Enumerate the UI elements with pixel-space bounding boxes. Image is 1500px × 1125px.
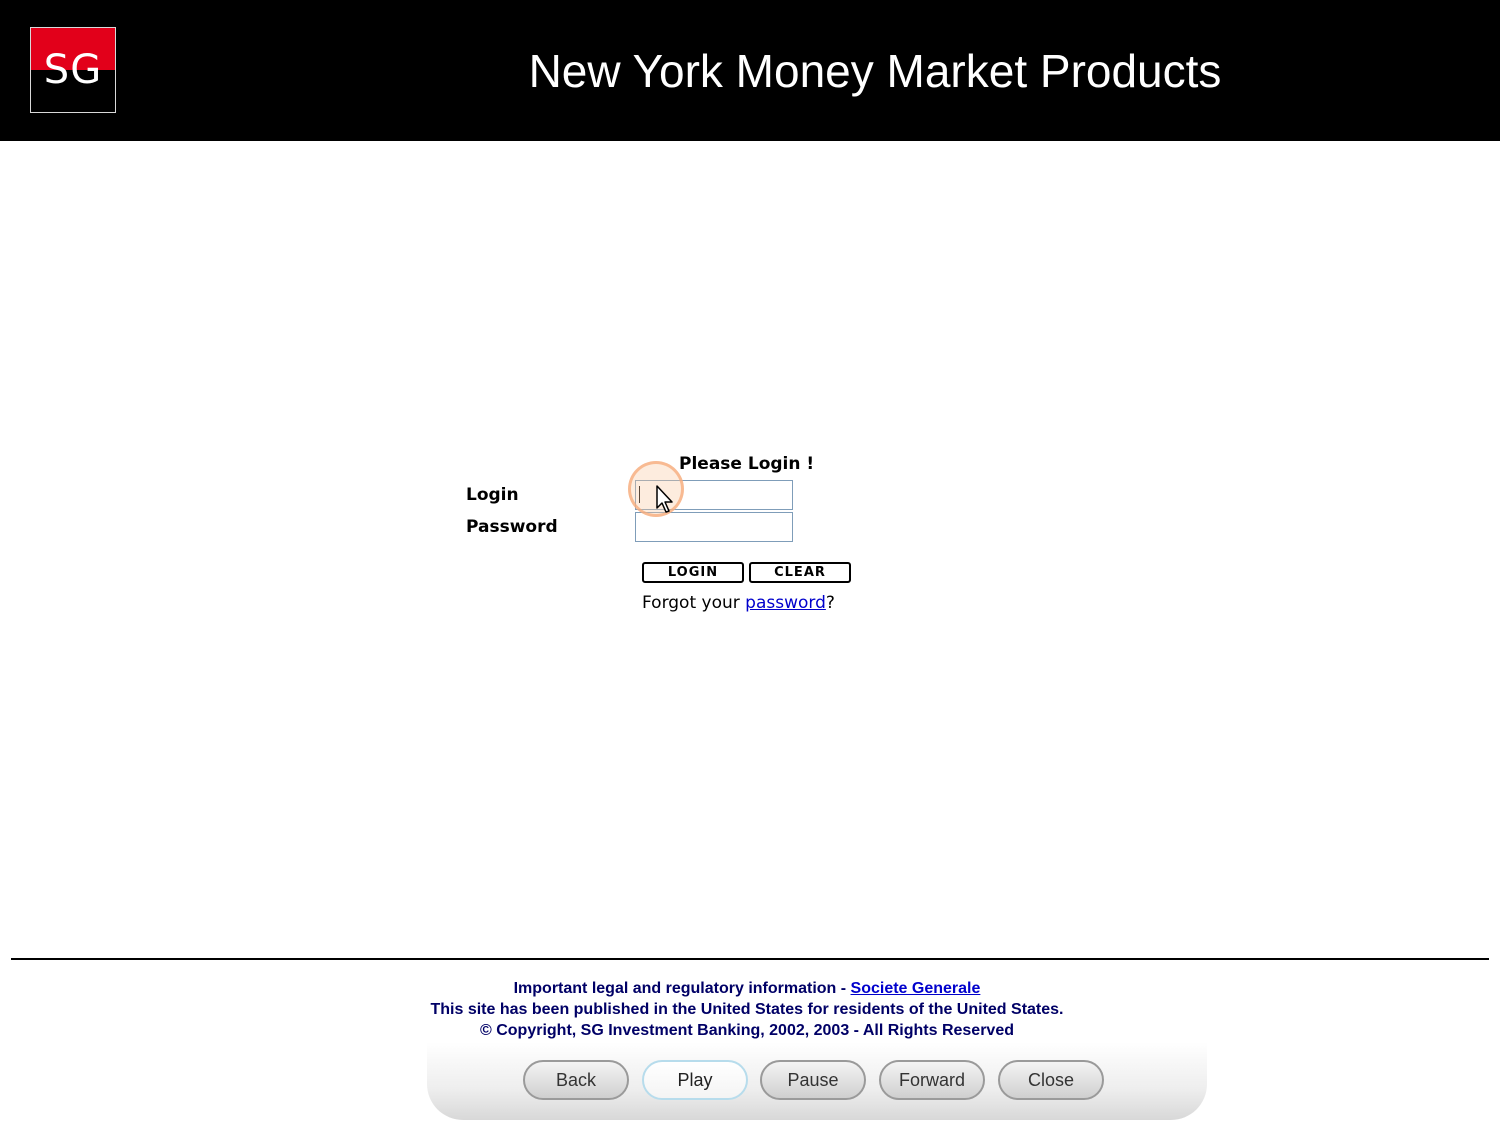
player-play-button[interactable]: Play bbox=[642, 1060, 748, 1100]
copyright-notice: © Copyright, SG Investment Banking, 2002… bbox=[479, 1022, 1014, 1039]
page: SG New York Money Market Products Please… bbox=[0, 0, 1500, 1125]
site-header: SG New York Money Market Products bbox=[0, 0, 1500, 141]
player-back-button[interactable]: Back bbox=[523, 1060, 629, 1100]
site-title: New York Money Market Products bbox=[528, 45, 1222, 97]
player-pause-button[interactable]: Pause bbox=[760, 1060, 866, 1100]
forgot-suffix: ? bbox=[825, 593, 835, 613]
forgot-prefix: Forgot your bbox=[642, 593, 746, 613]
login-label: Login bbox=[466, 485, 519, 505]
login-heading: Please Login ! bbox=[679, 454, 815, 474]
clear-button[interactable]: CLEAR bbox=[749, 562, 851, 583]
password-label: Password bbox=[466, 517, 558, 537]
player-close-button[interactable]: Close bbox=[998, 1060, 1104, 1100]
forgot-password-link[interactable]: password bbox=[745, 593, 826, 613]
legal-prefix: Important legal and regulatory informati… bbox=[513, 980, 851, 997]
site-title-wrap: New York Money Market Products bbox=[0, 0, 1500, 141]
societe-generale-link[interactable]: Societe Generale bbox=[851, 980, 981, 997]
footer-divider bbox=[11, 958, 1489, 960]
login-button[interactable]: LOGIN bbox=[642, 562, 744, 583]
publication-note: This site has been published in the Unit… bbox=[430, 1001, 1064, 1018]
forgot-password-text: Forgot your password? bbox=[642, 593, 835, 613]
mouse-cursor-icon bbox=[656, 485, 673, 513]
legal-info-line: Important legal and regulatory informati… bbox=[0, 980, 1497, 998]
player-forward-button[interactable]: Forward bbox=[879, 1060, 985, 1100]
